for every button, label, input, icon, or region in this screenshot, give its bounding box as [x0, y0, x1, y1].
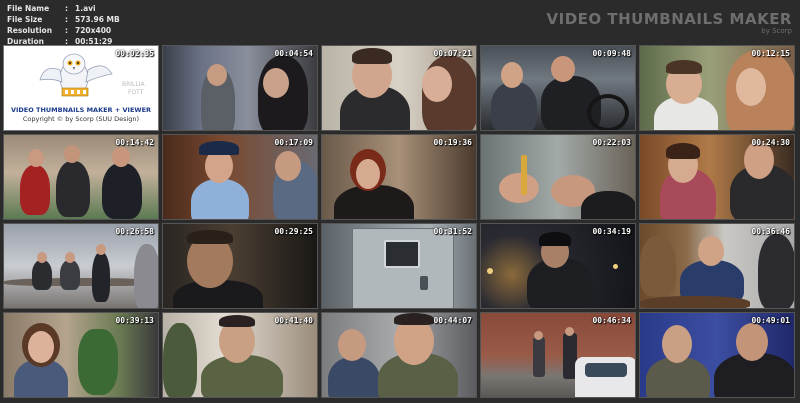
thumbnail-timestamp: 00:02:35	[115, 49, 154, 58]
thumbnail-frame[interactable]: 00:17:09	[162, 134, 318, 220]
thumbnail-timestamp: 00:12:15	[751, 49, 790, 58]
resolution-label: Resolution	[7, 26, 53, 35]
brand-subtitle: by Scorp	[761, 27, 792, 35]
thumbnail-frame[interactable]: 00:29:25	[162, 223, 318, 309]
thumbnail-frame[interactable]: 00:24:30	[639, 134, 795, 220]
thumbnail-frame[interactable]: 00:07:21	[321, 45, 477, 131]
thumbnail-frame[interactable]: 00:04:54	[162, 45, 318, 131]
thumbnail-timestamp: 00:41:40	[274, 316, 313, 325]
file-info-panel: File Name : 1.avi File Size : 573.96 MB …	[7, 3, 120, 47]
logo-copyright: Copyright © by Scorp (SUU Design)	[22, 115, 140, 123]
thumbnail-timestamp: 00:04:54	[274, 49, 313, 58]
thumbnail-timestamp: 00:29:25	[274, 227, 313, 236]
resolution-value: 720x400	[75, 26, 112, 35]
thumbnail-frame[interactable]: 00:09:48	[480, 45, 636, 131]
thumbnail-timestamp: 00:49:01	[751, 316, 790, 325]
thumbnail-timestamp: 00:09:48	[592, 49, 631, 58]
file-name-row: File Name : 1.avi	[7, 4, 96, 13]
brand-title: VIDEO THUMBNAILS MAKER	[546, 10, 792, 28]
thumbnail-frame[interactable]: 00:36:46	[639, 223, 795, 309]
thumbnail-frame[interactable]: 00:31:52	[321, 223, 477, 309]
thumbnail-timestamp: 00:39:13	[115, 316, 154, 325]
thumbnail-frame[interactable]: 00:44:07	[321, 312, 477, 398]
resolution-row: Resolution : 720x400	[7, 26, 112, 35]
thumbnail-timestamp: 00:14:42	[115, 138, 154, 147]
brand-watermark: VIDEO THUMBNAILS MAKER by Scorp	[547, 11, 792, 36]
file-name-label: File Name	[7, 4, 50, 13]
thumbnail-frame[interactable]: 00:49:01	[639, 312, 795, 398]
thumbnail-timestamp: 00:31:52	[433, 227, 472, 236]
thumbnail-timestamp: 00:22:03	[592, 138, 631, 147]
thumbnail-frame[interactable]: 00:26:58	[3, 223, 159, 309]
thumbnail-timestamp: 00:24:30	[751, 138, 790, 147]
file-size-row: File Size : 573.96 MB	[7, 15, 120, 24]
thumbnail-frame[interactable]: 00:14:42	[3, 134, 159, 220]
thumbnail-timestamp: 00:44:07	[433, 316, 472, 325]
logo-title: VIDEO THUMBNAILS MAKER + VIEWER	[10, 106, 152, 114]
thumbnail-frame[interactable]: 00:41:40	[162, 312, 318, 398]
thumbnail-timestamp: 00:17:09	[274, 138, 313, 147]
thumbnail-frame[interactable]: 00:12:15	[639, 45, 795, 131]
thumbnail-timestamp: 00:34:19	[592, 227, 631, 236]
thumbnail-timestamp: 00:36:46	[751, 227, 790, 236]
thumbnail-grid: BRILLIA FOTT 00:02:35 VIDEO THUMBNAILS M…	[3, 45, 795, 398]
thumbnail-frame[interactable]: 00:19:36	[321, 134, 477, 220]
thumbnail-timestamp: 00:26:58	[115, 227, 154, 236]
svg-text:FOTT: FOTT	[128, 89, 144, 96]
logo-card[interactable]: BRILLIA FOTT 00:02:35 VIDEO THUMBNAILS M…	[3, 45, 159, 131]
thumbnail-timestamp: 00:46:34	[592, 316, 631, 325]
thumbnail-timestamp: 00:07:21	[433, 49, 472, 58]
thumbnail-frame[interactable]: 00:34:19	[480, 223, 636, 309]
thumbnail-frame[interactable]: 00:46:34	[480, 312, 636, 398]
thumbnail-frame[interactable]: 00:22:03	[480, 134, 636, 220]
file-name-value: 1.avi	[75, 4, 96, 13]
svg-text:BRILLIA: BRILLIA	[122, 81, 146, 88]
thumbnail-timestamp: 00:19:36	[433, 138, 472, 147]
thumbnail-frame[interactable]: 00:39:13	[3, 312, 159, 398]
file-size-label: File Size	[7, 15, 43, 24]
file-size-value: 573.96 MB	[75, 15, 120, 24]
